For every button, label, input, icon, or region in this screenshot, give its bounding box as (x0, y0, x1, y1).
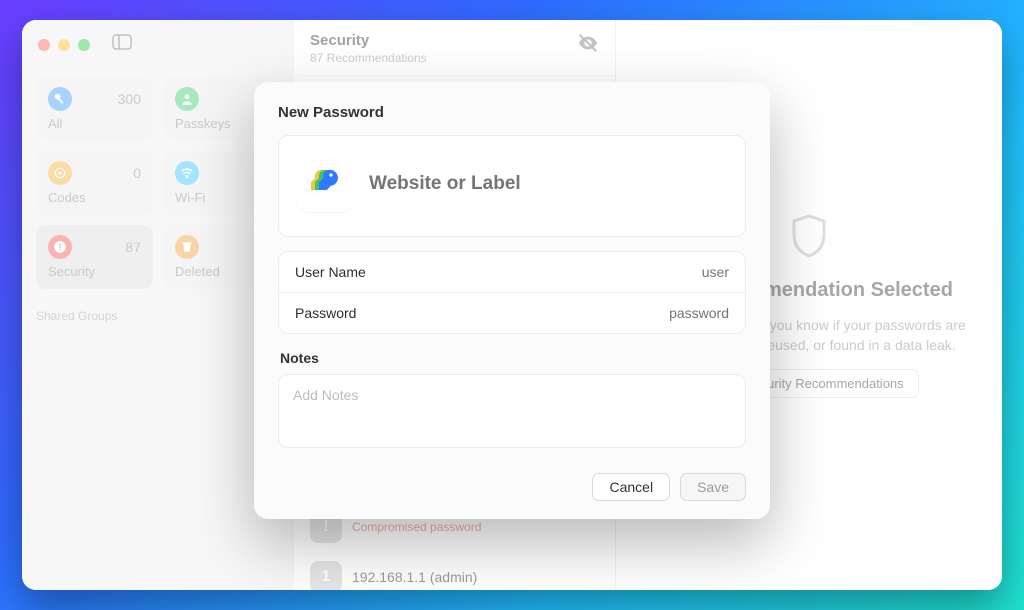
credentials-card: User Name Password (278, 251, 746, 334)
cancel-button[interactable]: Cancel (592, 473, 670, 501)
app-window: 300 All Passkeys 0 Codes 4 Wi-Fi 87 Secu… (22, 20, 1002, 590)
website-card (278, 135, 746, 237)
notes-input[interactable] (278, 374, 746, 448)
notes-label: Notes (280, 350, 746, 366)
passwords-app-icon (297, 156, 353, 212)
password-label: Password (295, 305, 356, 321)
website-input[interactable] (369, 173, 727, 195)
password-input[interactable] (548, 305, 729, 321)
save-button[interactable]: Save (680, 473, 746, 501)
username-input[interactable] (548, 264, 729, 280)
username-label: User Name (295, 264, 366, 280)
modal-overlay: New Password (22, 20, 1002, 590)
modal-buttons: Cancel Save (278, 473, 746, 501)
modal-title: New Password (278, 104, 746, 121)
new-password-modal: New Password (254, 82, 770, 519)
